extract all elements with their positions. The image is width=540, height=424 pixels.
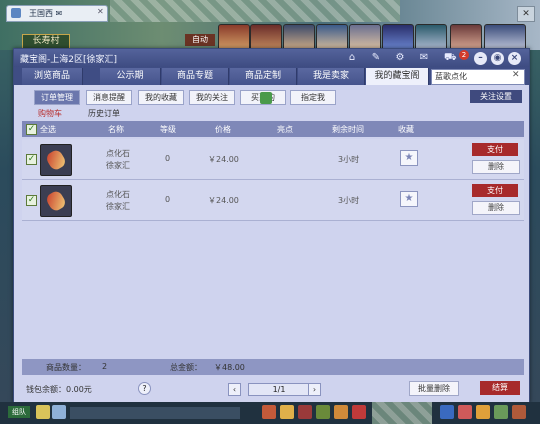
treasure-pavilion-window: 藏宝阁-上海2区[徐家汇] ⌂ ✎ ⚙ ✉ ⛟ 2 – ◉ × 浏览商品 公示期… xyxy=(13,48,530,403)
row-checkbox[interactable]: ✓ xyxy=(26,195,37,206)
subtab-orders[interactable]: 订单管理 xyxy=(34,90,80,105)
item-level: 0 xyxy=(165,154,171,163)
pay-button[interactable]: 支付 xyxy=(472,143,518,156)
page-indicator: 1/1 xyxy=(248,383,310,396)
location-label: 长寿村 xyxy=(22,34,70,49)
team-button[interactable]: 组队 xyxy=(8,406,30,418)
search-clear-icon[interactable]: ✕ xyxy=(512,70,520,80)
stone-icon xyxy=(44,189,68,213)
table-row: ✓ 点化石 徐家汇 0 ￥24.00 3小时 ★ 支付 删除 xyxy=(22,139,524,180)
settings-icon[interactable]: ⚙ xyxy=(394,52,406,64)
chat-icon[interactable]: ✉ xyxy=(418,52,430,64)
minimize-button[interactable]: – xyxy=(474,52,487,65)
search-value: 蓝歌点化 xyxy=(435,72,467,81)
skill-slot-2-icon[interactable] xyxy=(280,405,294,419)
cart-count-badge: 2 xyxy=(459,50,469,60)
subtab-favorites[interactable]: 我的收藏 xyxy=(138,90,184,105)
auto-button[interactable]: 自动 xyxy=(185,34,215,46)
skill-slot-8-icon[interactable] xyxy=(458,405,472,419)
col-level: 等级 xyxy=(160,125,176,134)
item-server: 徐家汇 xyxy=(106,161,130,170)
skill-slot-4-icon[interactable] xyxy=(316,405,330,419)
col-favorite: 收藏 xyxy=(398,125,414,134)
item-name: 点化石 xyxy=(106,149,130,158)
table-row: ✓ 点化石 徐家汇 0 ￥24.00 3小时 ★ 支付 删除 xyxy=(22,180,524,221)
browser-tab[interactable]: 王国西 ✉ ✕ xyxy=(6,5,108,22)
skill-slot-1-icon[interactable] xyxy=(262,405,276,419)
item-price: ￥24.00 xyxy=(208,196,239,205)
browser-tab-title: 王国西 ✉ xyxy=(29,9,63,18)
item-price: ￥24.00 xyxy=(208,155,239,164)
item-count: 2 xyxy=(102,362,108,371)
tab-custom[interactable]: 商品定制 xyxy=(230,68,297,85)
help-icon[interactable]: ? xyxy=(138,382,151,395)
pay-button[interactable]: 支付 xyxy=(472,184,518,197)
item-level: 0 xyxy=(165,195,171,204)
tab-browse[interactable]: 浏览商品 xyxy=(22,68,83,85)
cursor-icon xyxy=(260,92,272,104)
tab-my-pavilion[interactable]: 我的藏宝阁 xyxy=(366,68,429,85)
history-orders-link[interactable]: 历史订单 xyxy=(88,108,120,119)
cart-icon[interactable]: ⛟ xyxy=(444,52,457,64)
select-all-label: 全选 xyxy=(40,125,56,134)
star-icon[interactable]: ★ xyxy=(400,150,418,166)
skill-slot-7-icon[interactable] xyxy=(440,405,454,419)
tab-topics[interactable]: 商品专题 xyxy=(162,68,229,85)
edit-icon[interactable]: ✎ xyxy=(370,52,382,64)
row-checkbox[interactable]: ✓ xyxy=(26,154,37,165)
item-server: 徐家汇 xyxy=(106,202,130,211)
col-name: 名称 xyxy=(108,125,124,134)
total-amount: ￥48.00 xyxy=(214,363,245,372)
emote-slot-icon[interactable] xyxy=(52,405,66,419)
subtab-messages[interactable]: 消息提醒 xyxy=(86,90,132,105)
summary-bar: 商品数量： 2 总金额： ￥48.00 xyxy=(22,359,524,375)
batch-delete-button[interactable]: 批量删除 xyxy=(409,381,459,396)
browser-tab-close-icon[interactable]: ✕ xyxy=(97,7,104,16)
star-icon[interactable]: ★ xyxy=(400,191,418,207)
blurred-scene xyxy=(110,0,400,22)
prev-page-button[interactable]: ‹ xyxy=(228,383,241,396)
subtab-following[interactable]: 我的关注 xyxy=(189,90,235,105)
restore-button[interactable]: ◉ xyxy=(491,52,504,65)
cart-link[interactable]: 购物车 xyxy=(38,108,62,119)
item-time: 3小时 xyxy=(338,155,360,164)
stone-icon xyxy=(44,148,68,172)
skill-slot-3-icon[interactable] xyxy=(298,405,312,419)
select-all-checkbox[interactable]: ✓ xyxy=(26,124,37,135)
skill-slot-9-icon[interactable] xyxy=(476,405,490,419)
window-title: 藏宝阁-上海2区[徐家汇] xyxy=(20,55,117,65)
item-time: 3小时 xyxy=(338,196,360,205)
delete-button[interactable]: 删除 xyxy=(472,160,520,174)
item-thumbnail[interactable] xyxy=(40,144,72,176)
tab-public[interactable]: 公示期 xyxy=(100,68,161,85)
tab-favicon-icon xyxy=(11,8,21,18)
next-page-button[interactable]: › xyxy=(308,383,321,396)
search-input[interactable]: 蓝歌点化 ✕ xyxy=(431,69,525,85)
checkout-button[interactable]: 结算 xyxy=(480,381,520,395)
skill-slot-11-icon[interactable] xyxy=(512,405,526,419)
total-label: 总金额： xyxy=(170,363,202,372)
skill-slot-6-icon[interactable] xyxy=(352,405,366,419)
close-button[interactable]: × xyxy=(508,52,521,65)
wallet-balance: 钱包余额：0.00元 xyxy=(26,385,92,394)
item-count-label: 商品数量： xyxy=(46,363,86,372)
tab-seller[interactable]: 我是卖家 xyxy=(298,68,365,85)
blurred-scene xyxy=(372,402,432,424)
follow-settings-button[interactable]: 关注设置 xyxy=(470,90,522,103)
subtab-assigned[interactable]: 指定我 xyxy=(290,90,336,105)
col-price: 价格 xyxy=(215,125,231,134)
skill-slot-5-icon[interactable] xyxy=(334,405,348,419)
item-thumbnail[interactable] xyxy=(40,185,72,217)
home-icon[interactable]: ⌂ xyxy=(346,52,358,64)
col-highlight: 亮点 xyxy=(277,125,293,134)
delete-button[interactable]: 删除 xyxy=(472,201,520,215)
col-remaining-time: 剩余时间 xyxy=(332,125,364,134)
table-header: ✓ 全选 名称 等级 价格 亮点 剩余时间 收藏 xyxy=(22,121,524,137)
window-titlebar: 藏宝阁-上海2区[徐家汇] ⌂ ✎ ⚙ ✉ ⛟ 2 – ◉ × xyxy=(14,49,529,67)
window-close-button[interactable]: ✕ xyxy=(517,6,535,22)
item-name: 点化石 xyxy=(106,190,130,199)
chat-slot-icon[interactable] xyxy=(36,405,50,419)
chat-input[interactable] xyxy=(70,407,240,419)
skill-slot-10-icon[interactable] xyxy=(494,405,508,419)
